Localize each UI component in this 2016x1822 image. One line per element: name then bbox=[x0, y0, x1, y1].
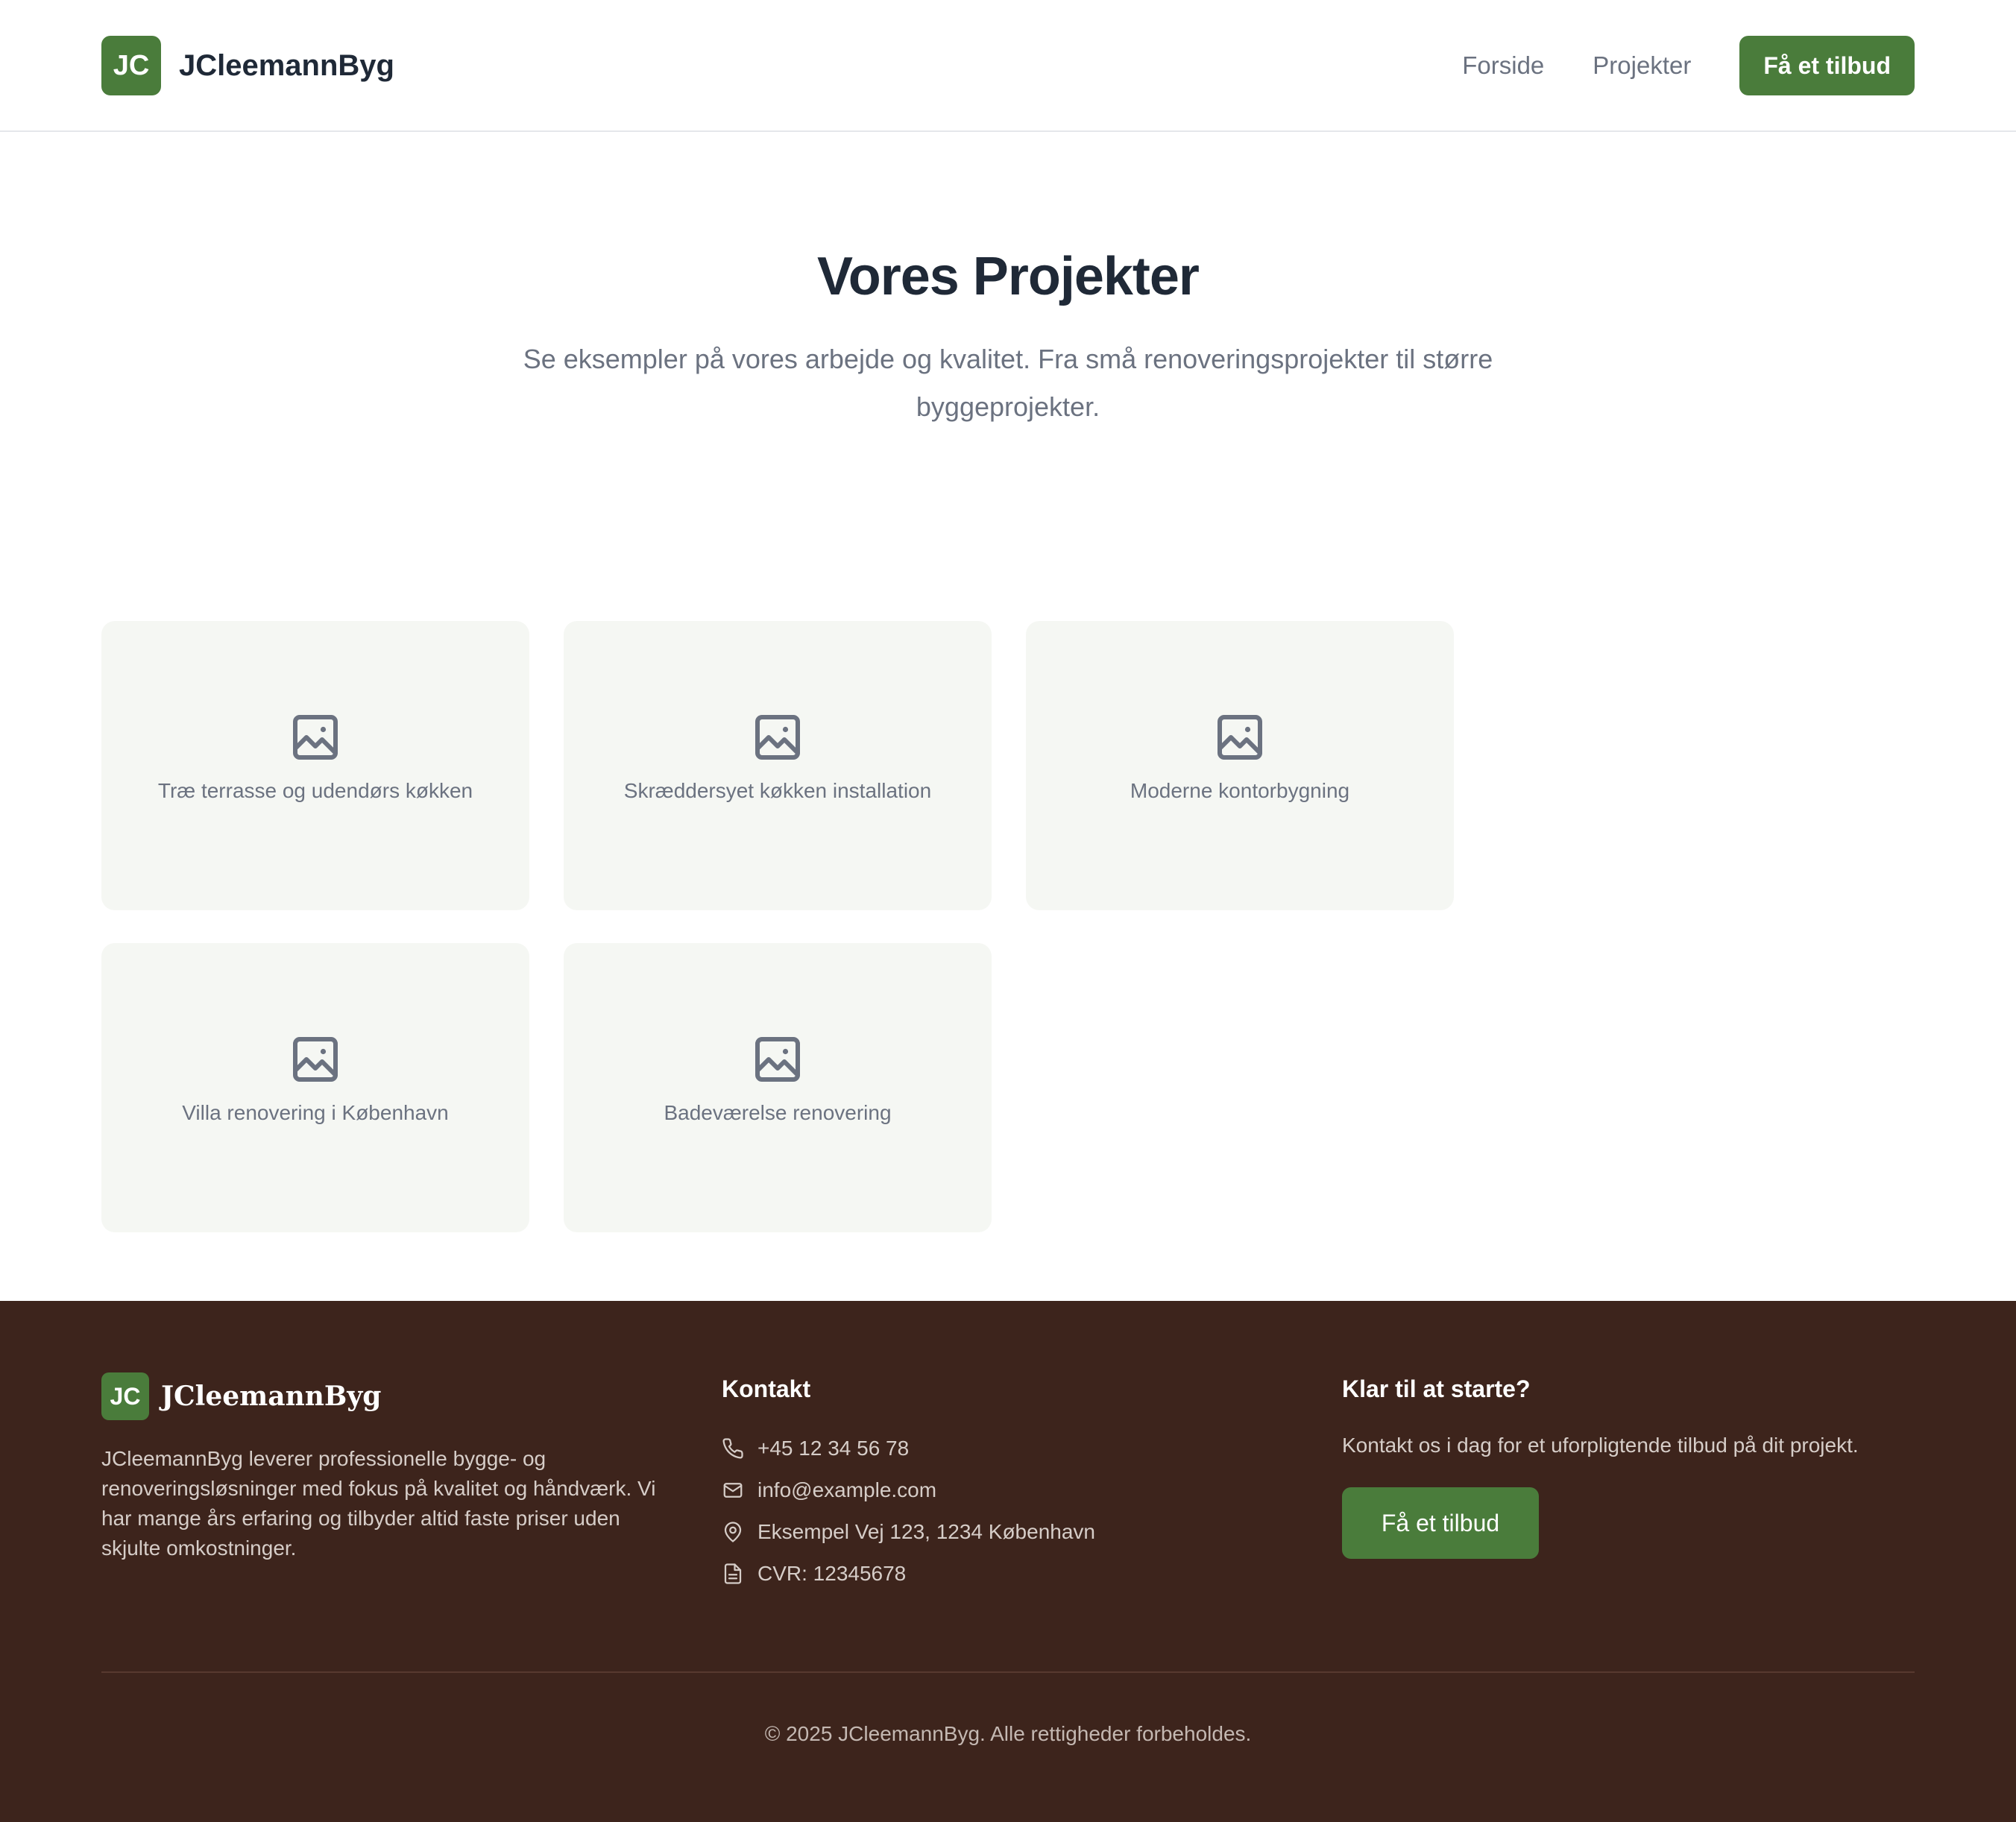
contact-email[interactable]: info@example.com bbox=[722, 1469, 1095, 1511]
contact-cvr: CVR: 12345678 bbox=[722, 1553, 1095, 1595]
contact-address-text: Eksempel Vej 123, 1234 København bbox=[757, 1520, 1095, 1543]
logo-badge: JC bbox=[101, 36, 161, 95]
footer-get-quote-button[interactable]: Få et tilbud bbox=[1342, 1487, 1539, 1559]
footer-brand: JC JCleemannByg bbox=[101, 1372, 381, 1420]
image-icon bbox=[293, 1037, 338, 1082]
copyright: © 2025 JCleemannByg. Alle rettigheder fo… bbox=[764, 1722, 1252, 1745]
get-quote-button[interactable]: Få et tilbud bbox=[1739, 36, 1915, 95]
brand-logo-link[interactable]: JC JCleemannByg bbox=[101, 36, 394, 95]
brand-name: JCleemannByg bbox=[179, 48, 394, 82]
contact-cvr-text: CVR: 12345678 bbox=[757, 1562, 907, 1585]
nav-link-forside[interactable]: Forside bbox=[1462, 51, 1544, 80]
footer-divider bbox=[101, 1671, 1915, 1673]
project-card[interactable]: Træ terrasse og udendørs køkken bbox=[101, 621, 529, 910]
footer-logo-badge: JC bbox=[101, 1372, 149, 1420]
project-title: Moderne kontorbygning bbox=[1130, 779, 1350, 802]
page-subtitle: Se eksempler på vores arbejde og kvalite… bbox=[523, 344, 1493, 422]
contact-address: Eksempel Vej 123, 1234 København bbox=[722, 1511, 1095, 1553]
phone-icon bbox=[722, 1438, 743, 1459]
image-icon bbox=[755, 1037, 800, 1082]
site-footer: JC JCleemannByg JCleemannByg leverer pro… bbox=[0, 1301, 2016, 1822]
project-title: Træ terrasse og udendørs køkken bbox=[157, 779, 473, 802]
site-header: JC JCleemannByg Forside Projekter Få et … bbox=[0, 0, 2016, 132]
footer-brand-name: JCleemannByg bbox=[161, 1381, 382, 1412]
project-title: Badeværelse renovering bbox=[664, 1101, 892, 1124]
main-nav: Forside Projekter Få et tilbud bbox=[1462, 36, 1915, 95]
image-icon bbox=[293, 715, 338, 760]
map-pin-icon bbox=[724, 1522, 742, 1542]
contact-phone-text: +45 12 34 56 78 bbox=[757, 1437, 910, 1460]
nav-link-projekter[interactable]: Projekter bbox=[1593, 51, 1691, 80]
page-title: Vores Projekter bbox=[817, 247, 1200, 306]
mail-icon bbox=[723, 1483, 743, 1498]
contact-heading: Kontakt bbox=[722, 1375, 811, 1402]
project-title: Villa renovering i København bbox=[182, 1101, 449, 1124]
project-card[interactable]: Villa renovering i København bbox=[101, 943, 529, 1232]
footer-description: JCleemannByg leverer professionelle bygg… bbox=[101, 1447, 656, 1560]
project-card[interactable]: Moderne kontorbygning bbox=[1026, 621, 1454, 910]
cta-heading: Klar til at starte? bbox=[1342, 1375, 1531, 1402]
project-title: Skræddersyet køkken installation bbox=[623, 779, 932, 802]
project-card[interactable]: Skræddersyet køkken installation bbox=[564, 621, 992, 910]
contact-phone[interactable]: +45 12 34 56 78 bbox=[722, 1428, 1095, 1469]
cta-text: Kontakt os i dag for et uforpligtende ti… bbox=[1342, 1434, 1859, 1457]
image-icon bbox=[1218, 715, 1262, 760]
document-icon bbox=[724, 1563, 742, 1584]
image-icon bbox=[755, 715, 800, 760]
contact-list: +45 12 34 56 78 info@example.com Eksempe… bbox=[722, 1428, 1095, 1595]
contact-email-text: info@example.com bbox=[757, 1478, 937, 1501]
project-card[interactable]: Badeværelse renovering bbox=[564, 943, 992, 1232]
